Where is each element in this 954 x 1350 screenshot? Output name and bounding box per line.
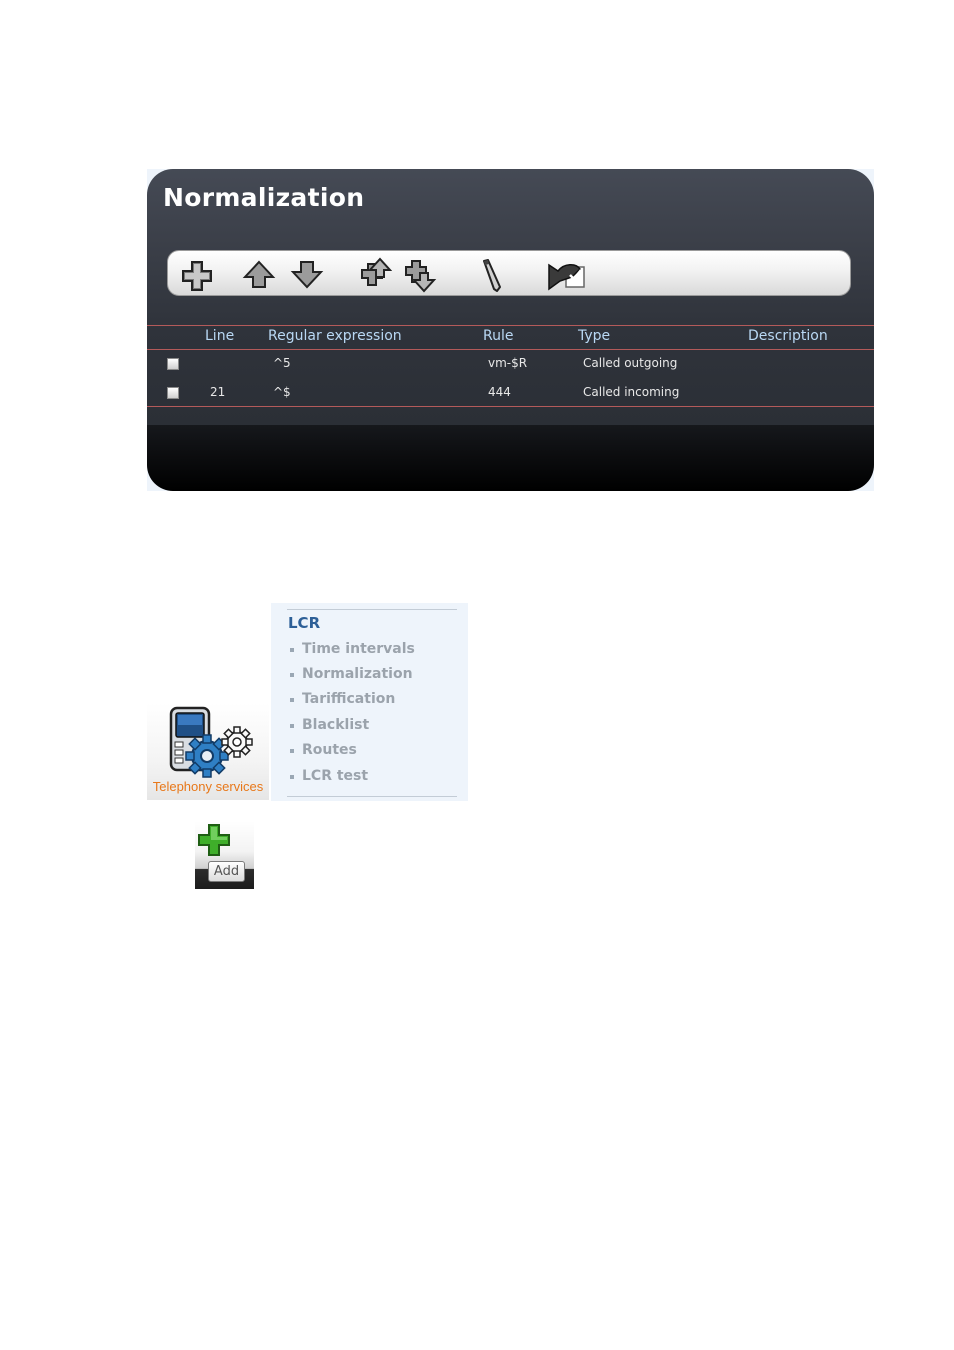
cell-regex: ^$ — [273, 385, 291, 399]
cell-type: Called outgoing — [583, 356, 678, 370]
menu-item-label: Normalization — [302, 666, 413, 682]
menu-item-label: Blacklist — [302, 717, 370, 733]
lcr-menu-title[interactable]: LCR — [288, 614, 320, 632]
green-plus-icon — [198, 824, 230, 856]
normalization-panel-body: Normalization Line Regular expression Ru… — [147, 169, 874, 491]
table-header: Line Regular expression Rule Type Descri… — [147, 325, 874, 350]
cell-type: Called incoming — [583, 385, 680, 399]
cell-regex: ^5 — [273, 356, 291, 370]
menu-item-label: LCR test — [302, 768, 369, 784]
add-button[interactable] — [178, 257, 216, 293]
add-icon — [182, 261, 212, 291]
apply-changes-button[interactable] — [546, 257, 588, 293]
move-down-button[interactable] — [288, 257, 326, 293]
bullet-icon — [290, 698, 294, 702]
row-checkbox[interactable] — [167, 387, 179, 399]
menu-item-label: Tariffication — [302, 691, 396, 707]
normalization-panel: Normalization Line Regular expression Ru… — [147, 169, 874, 491]
column-header-description: Description — [748, 328, 828, 344]
move-to-bottom-icon — [405, 260, 437, 293]
move-down-icon — [290, 261, 324, 289]
bullet-icon — [290, 749, 294, 753]
column-header-rule: Rule — [483, 328, 514, 344]
bullet-icon — [290, 724, 294, 728]
add-button-label: Add — [208, 861, 245, 882]
apply-changes-icon — [548, 263, 585, 291]
toolbar — [167, 250, 851, 296]
move-to-bottom-button[interactable] — [402, 257, 440, 293]
cell-line: 21 — [210, 385, 226, 399]
move-to-top-button[interactable] — [354, 257, 393, 293]
lcr-menu: LCR Time intervals Normalization Tariffi… — [271, 603, 468, 801]
telephony-services-button[interactable]: Telephony services — [147, 703, 269, 800]
table-row[interactable]: 21 ^$ 444 Called incoming — [147, 379, 874, 407]
edit-button[interactable] — [470, 257, 508, 293]
menu-item-label: Time intervals — [302, 641, 415, 657]
table-row[interactable]: ^5 vm-$R Called outgoing — [147, 350, 874, 378]
bullet-icon — [290, 673, 294, 677]
menu-item-label: Routes — [302, 742, 357, 758]
cell-rule: 444 — [488, 385, 511, 399]
column-header-regular-expression: Regular expression — [268, 328, 402, 344]
move-to-top-icon — [361, 257, 393, 286]
cell-rule: vm-$R — [488, 356, 528, 370]
bullet-icon — [290, 648, 294, 652]
bullet-icon — [290, 775, 294, 779]
telephony-services-label: Telephony services — [152, 779, 264, 794]
table-bottom-divider — [147, 406, 874, 407]
move-up-icon — [242, 260, 276, 288]
column-header-type: Type — [578, 328, 611, 344]
row-checkbox[interactable] — [167, 358, 179, 370]
phone-with-gears-icon — [169, 706, 253, 778]
add-button-large[interactable]: Add — [195, 821, 254, 889]
menu-divider — [287, 609, 457, 610]
panel-title: Normalization — [163, 183, 365, 212]
move-up-button[interactable] — [240, 257, 278, 293]
edit-pencil-icon — [483, 259, 501, 292]
menu-divider — [287, 796, 457, 797]
column-header-line: Line — [205, 328, 235, 344]
